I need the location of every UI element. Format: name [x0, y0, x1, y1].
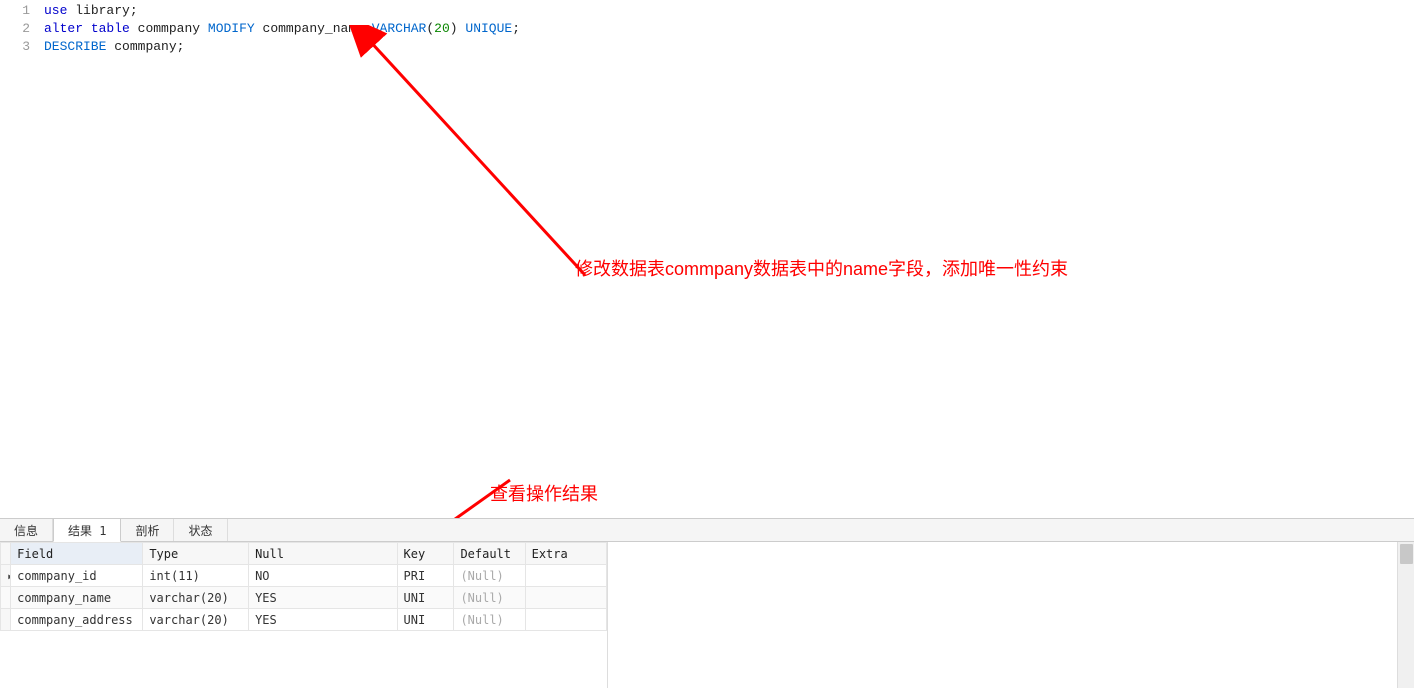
code-content[interactable]: use library;	[44, 2, 1414, 20]
code-line[interactable]: 1use library;	[0, 2, 1414, 20]
cell-type[interactable]: varchar(20)	[143, 609, 249, 631]
tab-profile[interactable]: 剖析	[121, 519, 174, 541]
cell-key[interactable]: UNI	[397, 587, 454, 609]
grid-indicator-header	[1, 543, 11, 565]
code-content[interactable]: DESCRIBE commpany;	[44, 38, 1414, 56]
cell-field[interactable]: commpany_id	[11, 565, 143, 587]
code-line[interactable]: 3DESCRIBE commpany;	[0, 38, 1414, 56]
annotation-text-1: 修改数据表commpany数据表中的name字段，添加唯一性约束	[575, 255, 1068, 281]
code-area[interactable]: 1use library;2alter table commpany MODIF…	[0, 0, 1414, 56]
cell-extra[interactable]	[525, 565, 606, 587]
row-indicator[interactable]	[1, 587, 11, 609]
cell-type[interactable]: int(11)	[143, 565, 249, 587]
cell-type[interactable]: varchar(20)	[143, 587, 249, 609]
tab-info[interactable]: 信息	[0, 519, 53, 541]
line-number: 1	[0, 2, 44, 20]
code-line[interactable]: 2alter table commpany MODIFY commpany_na…	[0, 20, 1414, 38]
table-row[interactable]: commpany_addressvarchar(20)YESUNI(Null)	[1, 609, 607, 631]
col-null[interactable]: Null	[249, 543, 397, 565]
result-tabs: 信息 结果 1 剖析 状态	[0, 518, 1414, 542]
cell-default[interactable]: (Null)	[454, 609, 525, 631]
line-number: 2	[0, 20, 44, 38]
code-content[interactable]: alter table commpany MODIFY commpany_nam…	[44, 20, 1414, 38]
cell-null[interactable]: YES	[249, 609, 397, 631]
row-indicator[interactable]: ▸	[1, 565, 11, 587]
col-field[interactable]: Field	[11, 543, 143, 565]
table-row[interactable]: commpany_namevarchar(20)YESUNI(Null)	[1, 587, 607, 609]
tab-status[interactable]: 状态	[174, 519, 227, 541]
cell-key[interactable]: PRI	[397, 565, 454, 587]
annotation-arrow-1	[340, 25, 600, 295]
col-extra[interactable]: Extra	[525, 543, 606, 565]
cell-default[interactable]: (Null)	[454, 565, 525, 587]
annotation-arrow-2	[340, 470, 530, 518]
line-number: 3	[0, 38, 44, 56]
row-indicator[interactable]	[1, 609, 11, 631]
cell-null[interactable]: YES	[249, 587, 397, 609]
result-pane: Field Type Null Key Default Extra ▸commp…	[0, 542, 1414, 688]
cell-extra[interactable]	[525, 609, 606, 631]
col-default[interactable]: Default	[454, 543, 525, 565]
cell-key[interactable]: UNI	[397, 609, 454, 631]
grid-header-row: Field Type Null Key Default Extra	[1, 543, 607, 565]
annotation-text-2: 查看操作结果	[490, 480, 598, 506]
cell-default[interactable]: (Null)	[454, 587, 525, 609]
table-row[interactable]: ▸commpany_idint(11)NOPRI(Null)	[1, 565, 607, 587]
tab-result-1[interactable]: 结果 1	[53, 518, 121, 542]
cell-null[interactable]: NO	[249, 565, 397, 587]
cell-extra[interactable]	[525, 587, 606, 609]
sql-editor[interactable]: 1use library;2alter table commpany MODIF…	[0, 0, 1414, 518]
result-grid[interactable]: Field Type Null Key Default Extra ▸commp…	[0, 542, 607, 631]
col-key[interactable]: Key	[397, 543, 454, 565]
col-type[interactable]: Type	[143, 543, 249, 565]
vertical-scrollbar[interactable]	[1397, 542, 1414, 688]
cell-field[interactable]: commpany_name	[11, 587, 143, 609]
scrollbar-thumb[interactable]	[1400, 544, 1413, 564]
cell-field[interactable]: commpany_address	[11, 609, 143, 631]
